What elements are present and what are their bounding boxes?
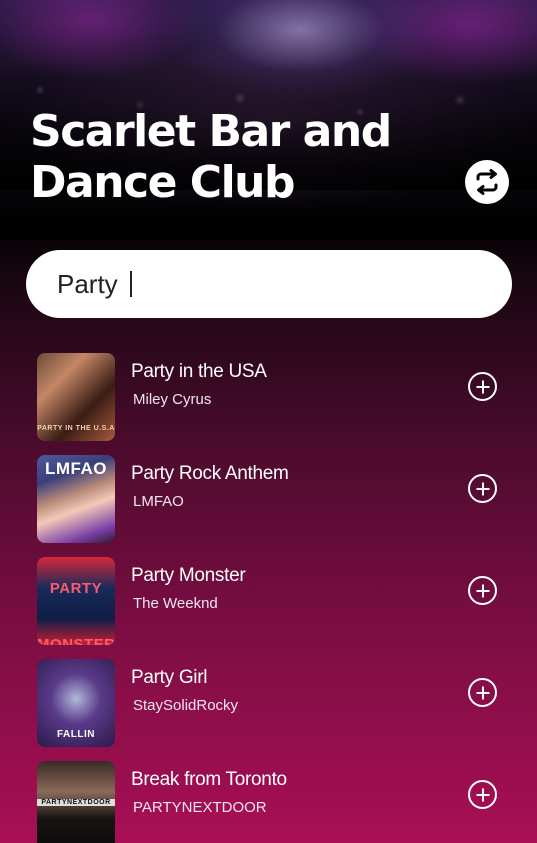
search-input[interactable]: Party [26,250,512,318]
swap-arrows-icon [476,169,498,195]
add-song-button[interactable] [468,678,497,707]
song-row[interactable]: PARTYNEXTDOOR Break from Toronto PARTYNE… [0,760,537,843]
song-title: Break from Toronto [131,769,287,790]
song-results-list: PARTY IN THE U.S.A Party in the USA Mile… [0,352,537,843]
song-artist: LMFAO [133,493,184,510]
song-row[interactable]: FALLIN Party Girl StaySolidRocky [0,658,537,760]
song-title: Party Monster [131,565,246,586]
add-song-button[interactable] [468,474,497,503]
venue-title: Scarlet Bar and Dance Club [30,106,392,208]
song-title: Party Girl [131,667,208,688]
song-artist: The Weeknd [133,595,218,612]
song-row[interactable]: PARTY IN THE U.S.A Party in the USA Mile… [0,352,537,454]
song-artist: PARTYNEXTDOOR [133,799,267,816]
album-art: PARTY MONSTER [37,557,115,645]
album-art-text: PARTY IN THE U.S.A [37,425,115,432]
album-art-text: PARTYNEXTDOOR [37,799,115,806]
album-art-text: FALLIN [57,729,95,740]
add-song-button[interactable] [468,372,497,401]
search-query-text: Party [57,269,118,299]
add-song-button[interactable] [468,576,497,605]
switch-venue-button[interactable] [465,160,509,204]
album-art: FALLIN [37,659,115,747]
album-art: LMFAO [37,455,115,543]
album-art: PARTY IN THE U.S.A [37,353,115,441]
song-artist: Miley Cyrus [133,391,212,408]
song-title: Party Rock Anthem [131,463,289,484]
text-cursor [130,271,132,297]
song-row[interactable]: LMFAO Party Rock Anthem LMFAO [0,454,537,556]
app-screen: Scarlet Bar and Dance Club Party PARTY I… [0,0,537,843]
album-art-text: PARTY MONSTER [37,580,115,645]
song-row[interactable]: PARTY MONSTER Party Monster The Weeknd [0,556,537,658]
song-artist: StaySolidRocky [133,697,239,714]
add-song-button[interactable] [468,780,497,809]
song-title: Party in the USA [131,361,267,382]
album-art: PARTYNEXTDOOR [37,761,115,843]
album-art-text: LMFAO [45,459,107,478]
